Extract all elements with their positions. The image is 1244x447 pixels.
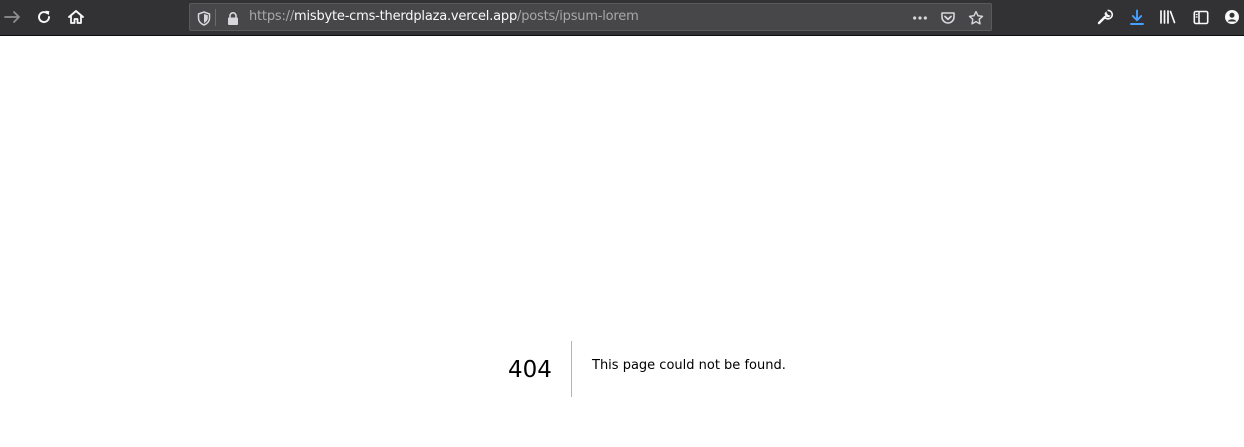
download-icon bbox=[1129, 9, 1145, 26]
library-icon bbox=[1159, 9, 1177, 25]
error-container: 404 This page could not be found. bbox=[0, 341, 1244, 397]
url-scheme: https:// bbox=[249, 9, 294, 24]
account-icon bbox=[1224, 9, 1240, 25]
reload-icon bbox=[36, 9, 52, 25]
more-dots-icon[interactable] bbox=[912, 10, 928, 26]
home-button[interactable] bbox=[62, 4, 90, 30]
reload-button[interactable] bbox=[30, 4, 58, 30]
error-code: 404 bbox=[508, 357, 552, 383]
library-button[interactable] bbox=[1154, 4, 1182, 30]
browser-toolbar: https://misbyte-cms-therdplaza.vercel.ap… bbox=[0, 0, 1244, 36]
url-bar-separator bbox=[215, 9, 216, 26]
shield-icon[interactable] bbox=[196, 10, 212, 26]
url-bar[interactable]: https://misbyte-cms-therdplaza.vercel.ap… bbox=[189, 3, 992, 31]
pocket-icon[interactable] bbox=[940, 10, 956, 26]
sidebar-button[interactable] bbox=[1187, 4, 1215, 30]
error-divider bbox=[571, 341, 572, 397]
downloads-button[interactable] bbox=[1123, 4, 1151, 30]
url-text[interactable]: https://misbyte-cms-therdplaza.vercel.ap… bbox=[249, 9, 639, 25]
account-button[interactable] bbox=[1218, 4, 1244, 30]
home-icon bbox=[67, 9, 85, 25]
wrench-icon bbox=[1097, 9, 1113, 25]
url-path: /posts/ipsum-lorem bbox=[517, 9, 639, 24]
devtools-button[interactable] bbox=[1091, 4, 1119, 30]
url-host: misbyte-cms-therdplaza.vercel.app bbox=[294, 9, 518, 24]
star-icon[interactable] bbox=[968, 10, 984, 26]
error-message: This page could not be found. bbox=[592, 358, 786, 373]
sidebar-icon bbox=[1193, 10, 1209, 25]
lock-icon[interactable] bbox=[225, 10, 241, 26]
forward-button[interactable] bbox=[0, 4, 27, 30]
forward-arrow-icon bbox=[4, 9, 22, 25]
